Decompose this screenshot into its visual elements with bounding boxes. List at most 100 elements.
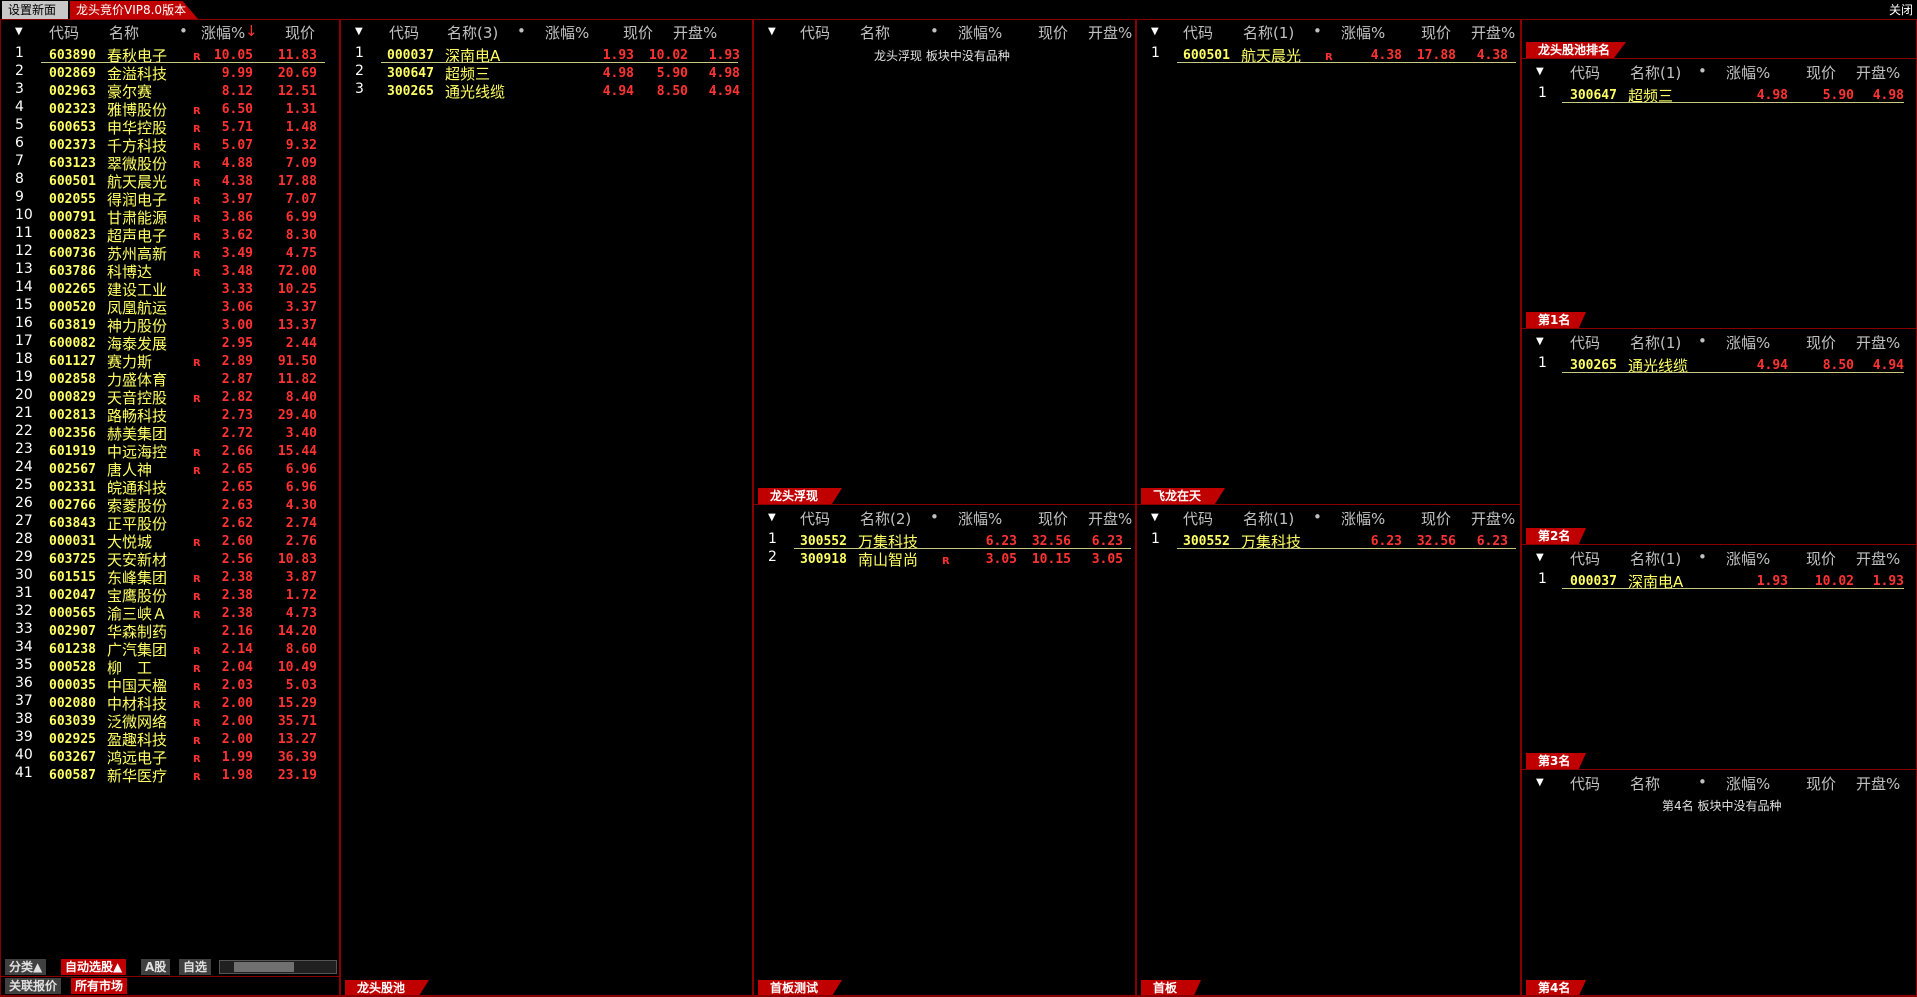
table-row[interactable]: 4 002323 雅博股份 R 6.50 1.31: [1, 98, 339, 119]
table-row[interactable]: 27 603843 正平股份 2.62 2.74: [1, 512, 339, 533]
all-market-tab[interactable]: 所有市场: [71, 978, 128, 994]
table-row[interactable]: 1 000037 深南电A 1.93 10.02 1.93: [1522, 570, 1916, 591]
col-change[interactable]: 涨幅%: [1726, 332, 1770, 353]
rank4-label[interactable]: 第4名: [1526, 980, 1586, 996]
col-price[interactable]: 现价: [1806, 62, 1836, 83]
col-price[interactable]: 现价: [1806, 548, 1836, 569]
table-row[interactable]: 20 000829 天音控股 R 2.82 8.40: [1, 386, 339, 407]
auto-select-tab[interactable]: 自动选股▲: [61, 959, 127, 975]
table-row[interactable]: 2 002869 金溢科技 9.99 20.69: [1, 62, 339, 83]
dropdown-caret-icon[interactable]: ▼: [1536, 336, 1544, 347]
col-change[interactable]: 涨幅%: [1726, 62, 1770, 83]
col-open[interactable]: 开盘%: [1088, 22, 1132, 43]
col-change[interactable]: 涨幅%: [958, 508, 1002, 529]
scroll-thumb[interactable]: [234, 962, 294, 972]
col-name[interactable]: 名称(1): [1243, 22, 1294, 43]
table-row[interactable]: 1 600501 航天晨光 R 4.38 17.88 4.38: [1137, 44, 1520, 65]
table-row[interactable]: 28 000031 大悦城 R 2.60 2.76: [1, 530, 339, 551]
rank3-label[interactable]: 第3名: [1526, 753, 1586, 769]
col-code[interactable]: 代码: [1570, 548, 1600, 569]
table-row[interactable]: 31 002047 宝鹰股份 R 2.38 1.72: [1, 584, 339, 605]
dropdown-caret-icon[interactable]: ▼: [355, 26, 363, 37]
table-row[interactable]: 16 603819 神力股份 3.00 13.37: [1, 314, 339, 335]
table-row[interactable]: 32 000565 渝三峡Ａ R 2.38 4.73: [1, 602, 339, 623]
col-price[interactable]: 现价: [285, 22, 315, 43]
table-row[interactable]: 18 601127 赛力斯 R 2.89 91.50: [1, 350, 339, 371]
col-change[interactable]: 涨幅%: [958, 22, 1002, 43]
col-change[interactable]: 涨幅%: [1726, 773, 1770, 794]
leader-pool-label[interactable]: 龙头股池: [345, 980, 429, 996]
table-row[interactable]: 22 002356 赫美集团 2.72 3.40: [1, 422, 339, 443]
table-row[interactable]: 23 601919 中远海控 R 2.66 15.44: [1, 440, 339, 461]
table-row[interactable]: 38 603039 泛微网络 R 2.00 35.71: [1, 710, 339, 731]
table-row[interactable]: 41 600587 新华医疗 R 1.98 23.19: [1, 764, 339, 785]
col-price[interactable]: 现价: [1806, 332, 1836, 353]
table-row[interactable]: 19 002858 力盛体育 2.87 11.82: [1, 368, 339, 389]
table-row[interactable]: 39 002925 盈趣科技 R 2.00 13.27: [1, 728, 339, 749]
col-change[interactable]: 涨幅%: [1341, 22, 1385, 43]
horizontal-scrollbar[interactable]: [219, 960, 337, 974]
first-board-test-label[interactable]: 首板测试: [758, 980, 842, 996]
col-open[interactable]: 开盘%: [673, 22, 717, 43]
col-price[interactable]: 现价: [1038, 508, 1068, 529]
dropdown-caret-icon[interactable]: ▼: [768, 512, 776, 523]
col-change[interactable]: 涨幅%: [545, 22, 589, 43]
col-open[interactable]: 开盘%: [1471, 22, 1515, 43]
table-row[interactable]: 37 002080 中材科技 R 2.00 15.29: [1, 692, 339, 713]
col-name[interactable]: 名称(1): [1630, 548, 1681, 569]
dropdown-caret-icon[interactable]: ▼: [1151, 26, 1159, 37]
col-code[interactable]: 代码: [1570, 773, 1600, 794]
dropdown-caret-icon[interactable]: ▼: [1536, 66, 1544, 77]
table-row[interactable]: 40 603267 鸿远电子 R 1.99 36.39: [1, 746, 339, 767]
table-row[interactable]: 5 600653 申华控股 R 5.71 1.48: [1, 116, 339, 137]
dropdown-caret-icon[interactable]: ▼: [15, 26, 23, 37]
col-name[interactable]: 名称: [860, 22, 890, 43]
col-name[interactable]: 名称: [1630, 773, 1660, 794]
col-open[interactable]: 开盘%: [1856, 332, 1900, 353]
col-name[interactable]: 名称(3): [447, 22, 498, 43]
table-row[interactable]: 30 601515 东峰集团 R 2.38 3.87: [1, 566, 339, 587]
col-open[interactable]: 开盘%: [1088, 508, 1132, 529]
col-price[interactable]: 现价: [1421, 22, 1451, 43]
col-price[interactable]: 现价: [623, 22, 653, 43]
table-row[interactable]: 17 600082 海泰发展 2.95 2.44: [1, 332, 339, 353]
a-share-tab[interactable]: A股: [141, 959, 171, 975]
col-open[interactable]: 开盘%: [1471, 508, 1515, 529]
table-row[interactable]: 13 603786 科博达 R 3.48 72.00: [1, 260, 339, 281]
table-row[interactable]: 8 600501 航天晨光 R 4.38 17.88: [1, 170, 339, 191]
leader-emerge-label[interactable]: 龙头浮现: [758, 488, 842, 504]
col-change[interactable]: 涨幅%: [1726, 548, 1770, 569]
active-version-tab[interactable]: 龙头竞价VIP8.0版本: [70, 1, 198, 19]
table-row[interactable]: 36 000035 中国天楹 R 2.03 5.03: [1, 674, 339, 695]
col-name[interactable]: 名称(2): [860, 508, 911, 529]
col-code[interactable]: 代码: [1570, 62, 1600, 83]
col-name[interactable]: 名称(1): [1630, 62, 1681, 83]
leader-ranking-label[interactable]: 龙头股池排名: [1526, 42, 1626, 58]
table-row[interactable]: 29 603725 天安新材 2.56 10.83: [1, 548, 339, 569]
rank1-label[interactable]: 第1名: [1526, 312, 1586, 328]
col-change[interactable]: 涨幅%: [201, 22, 245, 43]
table-row[interactable]: 11 000823 超声电子 R 3.62 8.30: [1, 224, 339, 245]
table-row[interactable]: 35 000528 柳 工 R 2.04 10.49: [1, 656, 339, 677]
table-row[interactable]: 2 300647 超频三 4.98 5.90 4.98: [341, 62, 752, 83]
settings-tab[interactable]: 设置新面: [2, 1, 68, 19]
table-row[interactable]: 15 000520 凤凰航运 3.06 3.37: [1, 296, 339, 317]
table-row[interactable]: 12 600736 苏州高新 R 3.49 4.75: [1, 242, 339, 263]
col-price[interactable]: 现价: [1806, 773, 1836, 794]
table-row[interactable]: 3 002963 豪尔赛 8.12 12.51: [1, 80, 339, 101]
table-row[interactable]: 26 002766 索菱股份 2.63 4.30: [1, 494, 339, 515]
table-row[interactable]: 1 300647 超频三 4.98 5.90 4.98: [1522, 84, 1916, 105]
table-row[interactable]: 6 002373 千方科技 R 5.07 9.32: [1, 134, 339, 155]
col-open[interactable]: 开盘%: [1856, 62, 1900, 83]
rank2-label[interactable]: 第2名: [1526, 528, 1586, 544]
dropdown-caret-icon[interactable]: ▼: [1151, 512, 1159, 523]
category-tab[interactable]: 分类▲: [5, 959, 47, 975]
col-code[interactable]: 代码: [800, 22, 830, 43]
col-open[interactable]: 开盘%: [1856, 773, 1900, 794]
table-row[interactable]: 24 002567 唐人神 R 2.65 6.96: [1, 458, 339, 479]
col-name[interactable]: 名称(1): [1243, 508, 1294, 529]
col-code[interactable]: 代码: [49, 22, 79, 43]
col-code[interactable]: 代码: [1570, 332, 1600, 353]
table-row[interactable]: 25 002331 皖通科技 2.65 6.96: [1, 476, 339, 497]
table-row[interactable]: 1 300552 万集科技 6.23 32.56 6.23: [754, 530, 1135, 551]
